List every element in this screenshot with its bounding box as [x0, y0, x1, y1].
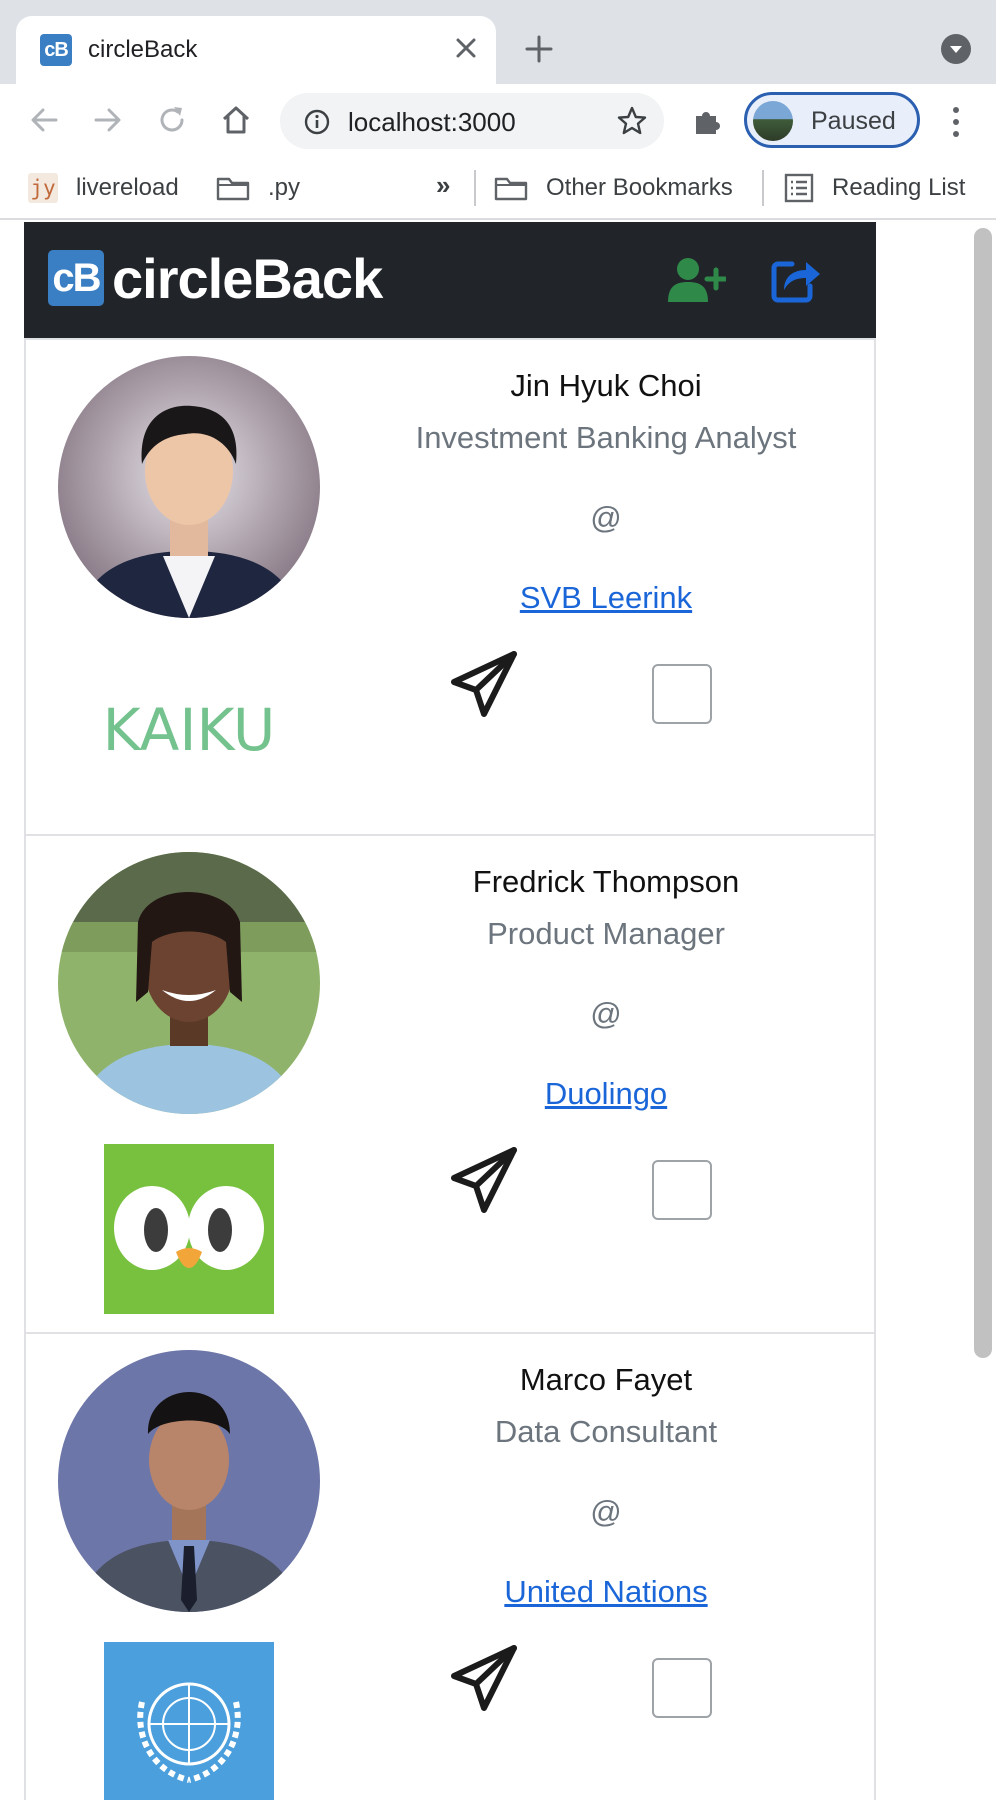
profile-button[interactable]: Paused — [744, 92, 920, 148]
forward-icon[interactable] — [90, 102, 126, 138]
home-icon[interactable] — [218, 102, 254, 138]
company-link[interactable]: United Nations — [356, 1574, 856, 1610]
browser-toolbar: localhost:3000 Paused — [0, 84, 996, 156]
send-message-icon[interactable] — [450, 1644, 520, 1714]
bookmark-favicon: jy — [28, 173, 58, 203]
at-symbol: @ — [590, 996, 622, 1031]
kaiku-logo-text: KAIKU — [104, 696, 274, 764]
contact-name: Fredrick Thompson — [472, 864, 740, 899]
bookmark-label: .py — [268, 174, 301, 201]
send-message-icon[interactable] — [450, 1146, 520, 1216]
contact-title: Product Manager — [487, 916, 725, 951]
app-navbar: cB circleBack — [24, 222, 876, 338]
add-contact-icon[interactable] — [668, 256, 726, 304]
folder-icon — [494, 177, 528, 201]
bookmark-livereload[interactable]: jy livereload — [28, 172, 179, 204]
url-text: localhost:3000 — [348, 107, 516, 137]
select-checkbox[interactable] — [652, 664, 712, 724]
company-link[interactable]: SVB Leerink — [356, 580, 856, 616]
address-bar[interactable]: localhost:3000 — [280, 93, 664, 149]
contact-card: Marco Fayet Data Consultant @ United Nat… — [24, 1334, 876, 1800]
site-info-icon[interactable] — [304, 109, 330, 135]
company-logo — [104, 1642, 274, 1800]
at-symbol: @ — [590, 1494, 622, 1529]
select-checkbox[interactable] — [652, 1658, 712, 1718]
bookmark-other-bookmarks[interactable]: Other Bookmarks — [494, 172, 733, 204]
at-symbol: @ — [590, 500, 622, 535]
contact-avatar — [58, 356, 320, 618]
tab-title: circleBack — [88, 36, 198, 63]
share-export-icon[interactable] — [770, 256, 822, 304]
contact-title: Data Consultant — [494, 1414, 718, 1449]
profile-avatar — [753, 101, 793, 141]
bookmark-star-icon[interactable] — [616, 105, 648, 137]
bookmark-label: Other Bookmarks — [546, 174, 733, 201]
profile-status: Paused — [811, 107, 896, 135]
divider — [474, 170, 476, 206]
bookmark-label: Reading List — [832, 174, 966, 201]
send-message-icon[interactable] — [450, 650, 520, 720]
contact-name: Marco Fayet — [519, 1362, 693, 1397]
browser-tab[interactable]: cB circleBack — [16, 16, 496, 84]
contact-avatar — [58, 1350, 320, 1612]
brand-logo[interactable]: cB — [48, 250, 104, 306]
tab-strip: cB circleBack — [0, 0, 996, 84]
bookmarks-overflow-chevron[interactable]: » — [436, 170, 450, 201]
contact-avatar — [58, 852, 320, 1114]
bookmark-label: livereload — [76, 174, 179, 201]
page-viewport: cB circleBack KAIKU Jin Hyuk Choi Invest… — [0, 222, 996, 1800]
extensions-puzzle-icon[interactable] — [690, 104, 724, 138]
bookmark-folder-py[interactable]: .py — [216, 172, 300, 204]
new-tab-icon[interactable] — [522, 32, 556, 66]
close-tab-icon[interactable] — [450, 32, 482, 64]
reading-list-button[interactable]: Reading List — [784, 172, 965, 204]
contact-name: Jin Hyuk Choi — [510, 368, 702, 403]
folder-icon — [216, 177, 250, 201]
contact-card: Fredrick Thompson Product Manager @ Duol… — [24, 836, 876, 1334]
bookmarks-bar: jy livereload .py » Other Bookmarks Read… — [0, 156, 996, 220]
select-checkbox[interactable] — [652, 1160, 712, 1220]
company-logo — [104, 1144, 274, 1314]
divider — [762, 170, 764, 206]
reading-list-icon — [784, 173, 814, 203]
contact-card: KAIKU Jin Hyuk Choi Investment Banking A… — [24, 338, 876, 836]
company-link[interactable]: Duolingo — [356, 1076, 856, 1112]
company-logo: KAIKU — [103, 648, 276, 818]
vertical-scrollbar[interactable] — [974, 228, 992, 1358]
tab-favicon-icon: cB — [40, 34, 72, 66]
tab-search-icon[interactable] — [941, 34, 971, 64]
more-menu-icon[interactable] — [946, 104, 966, 140]
brand-name[interactable]: circleBack — [112, 246, 383, 311]
contact-title: Investment Banking Analyst — [415, 420, 797, 455]
back-icon[interactable] — [26, 102, 62, 138]
reload-icon[interactable] — [154, 102, 190, 138]
